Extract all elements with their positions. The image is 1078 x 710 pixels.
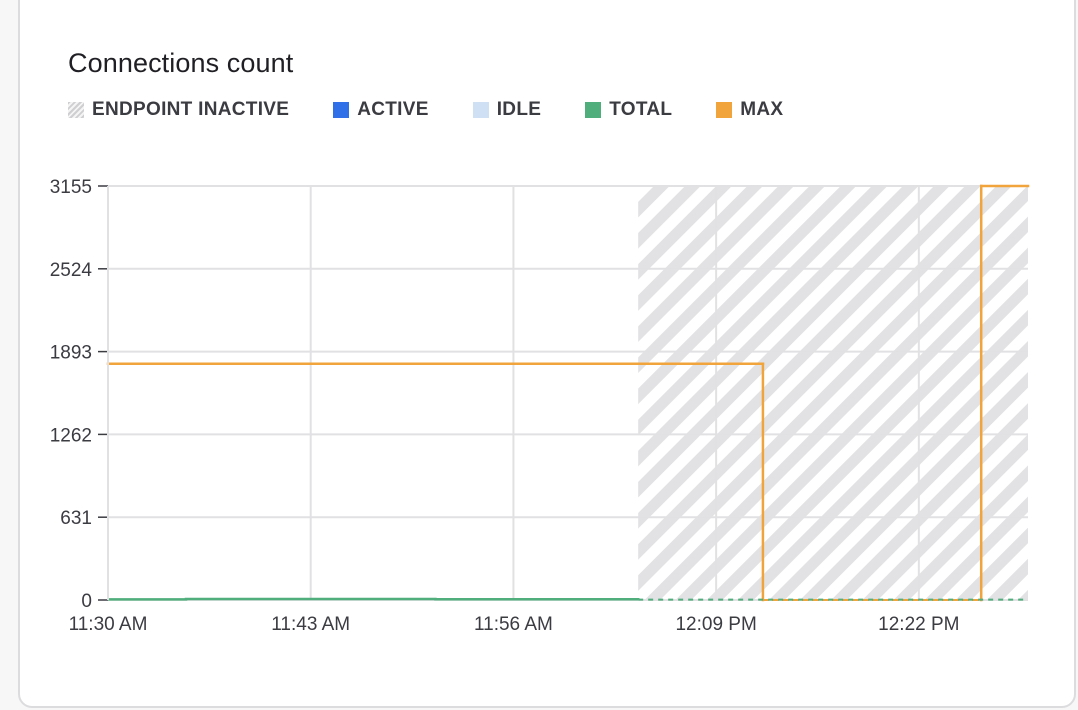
inactive-region	[638, 186, 1028, 600]
x-tick-label: 12:22 PM	[878, 614, 959, 635]
y-tick-label: 1262	[50, 425, 92, 446]
x-tick-label: 11:30 AM	[69, 614, 148, 635]
y-tick-label: 2524	[50, 260, 93, 281]
connections-chart[interactable]: 0 631 1262 1893 2524 3155 11:30 AM 11:43 AM 11:5…	[0, 0, 1078, 710]
y-tick-label: 3155	[50, 177, 92, 198]
x-tick-label: 12:09 PM	[675, 614, 756, 635]
x-tick-label: 11:43 AM	[271, 614, 350, 635]
y-tick-label: 0	[81, 591, 92, 612]
series-line-total	[108, 597, 640, 601]
x-tick-label: 11:56 AM	[474, 614, 553, 635]
y-tick-label: 631	[60, 508, 92, 529]
inactive-region-layer	[638, 186, 1028, 600]
y-tick-label: 1893	[50, 343, 92, 364]
